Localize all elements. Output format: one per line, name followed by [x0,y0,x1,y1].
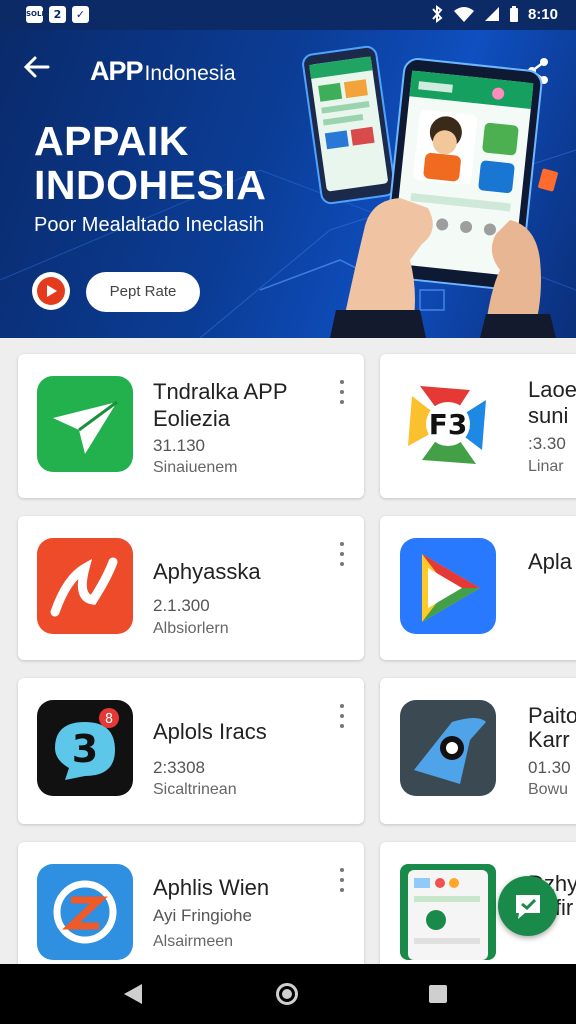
play-button[interactable] [32,272,70,310]
app-card[interactable]: F3 Laoe suni :3.30 Linar [380,354,576,498]
app-category: Sinaiuenem [153,459,238,476]
brand-country: Indonesia [144,62,236,85]
play-icon [37,277,65,305]
notification-icon: SOLI [26,6,44,23]
paper-plane-icon [37,376,133,472]
more-options-icon[interactable] [336,542,348,566]
arrow-left-icon [23,56,50,78]
phone-screen-icon [400,864,496,960]
status-bar: SOLI 2 ✓ 8:10 [0,0,576,30]
svg-text:8: 8 [105,712,113,727]
chat-icon [516,895,540,919]
brand-logo: APP Indonesia [90,56,236,87]
app-name: Laoe [528,377,576,402]
app-size: 01.30 [528,758,571,777]
chat-bubble-3-icon: 38 [37,700,133,796]
app-name-line2: suni [528,403,569,428]
app-card[interactable]: Paito Karr 01.30 Bowu [380,678,576,824]
svg-text:F3: F3 [429,408,468,441]
clock: 8:10 [527,5,558,23]
app-card[interactable]: Aphyasska 2.1.300 Albsiorlern [18,516,364,660]
arrow-scribble-icon [37,538,133,634]
app-category: Linar [528,458,564,475]
rate-button[interactable]: Pept Rate [86,272,200,312]
pinwheel-icon: F3 [400,376,496,472]
app-category: Bowu [528,781,569,798]
app-size: :3.30 [528,434,566,453]
app-size: 2:3308 [153,758,205,777]
app-category: Sicaltrinean [153,781,237,798]
back-button[interactable] [22,52,58,88]
hero-subtitle: Poor Mealaltado Ineclasih [34,214,265,236]
triangle-play-icon [400,538,496,634]
nav-back-icon[interactable] [124,984,142,1004]
hero-illustration [302,45,558,338]
app-name: Apla [528,549,573,574]
app-size: 2.1.300 [153,596,210,615]
app-card[interactable]: Tndralka APP Eoliezia 31.130 Sinaiuenem [18,354,364,498]
more-options-icon[interactable] [336,380,348,404]
nav-home-icon[interactable] [276,983,298,1005]
app-card[interactable]: Apla [380,516,576,660]
app-name: Aplols Iracs [153,719,267,744]
bird-camera-icon [400,700,496,796]
app-card[interactable]: 38 Aplols Iracs 2:3308 Sicaltrinean [18,678,364,824]
app-name: Aphlis Wien [153,875,270,900]
hero-title-line1: APPAIK [34,118,189,164]
bluetooth-icon [432,5,443,23]
signal-icon [484,7,499,21]
battery-icon [509,5,518,22]
app-name: Paito [528,703,576,728]
app-name-line2: Karr [528,727,570,752]
app-category: Alsairmeen [153,933,234,950]
app-category: Albsiorlern [153,620,229,637]
svg-text:3: 3 [72,727,98,771]
nav-recents-icon[interactable] [429,985,447,1003]
chat-fab-button[interactable] [498,876,558,936]
notification-icon: ✓ [72,6,89,23]
app-name-line2: Eoliezia [153,406,231,431]
app-size: Ayi Fringiohe [153,906,252,925]
more-options-icon[interactable] [336,868,348,892]
hero-banner: APP Indonesia APPAIK INDOHESIA Poor Meal… [0,30,576,338]
app-name: Aphyasska [153,559,261,584]
app-size: 31.130 [153,436,205,455]
app-card[interactable]: Aphlis Wien Ayi Fringiohe Alsairmeen [18,842,364,982]
z-logo-icon [37,864,133,960]
system-nav-bar [0,964,576,1024]
notification-icon: 2 [49,6,66,23]
more-options-icon[interactable] [336,704,348,728]
hero-title-line2: INDOHESIA [34,162,267,208]
brand-app: APP [90,56,144,86]
wifi-icon [453,7,474,22]
app-name: Tndralka APP [153,379,288,404]
